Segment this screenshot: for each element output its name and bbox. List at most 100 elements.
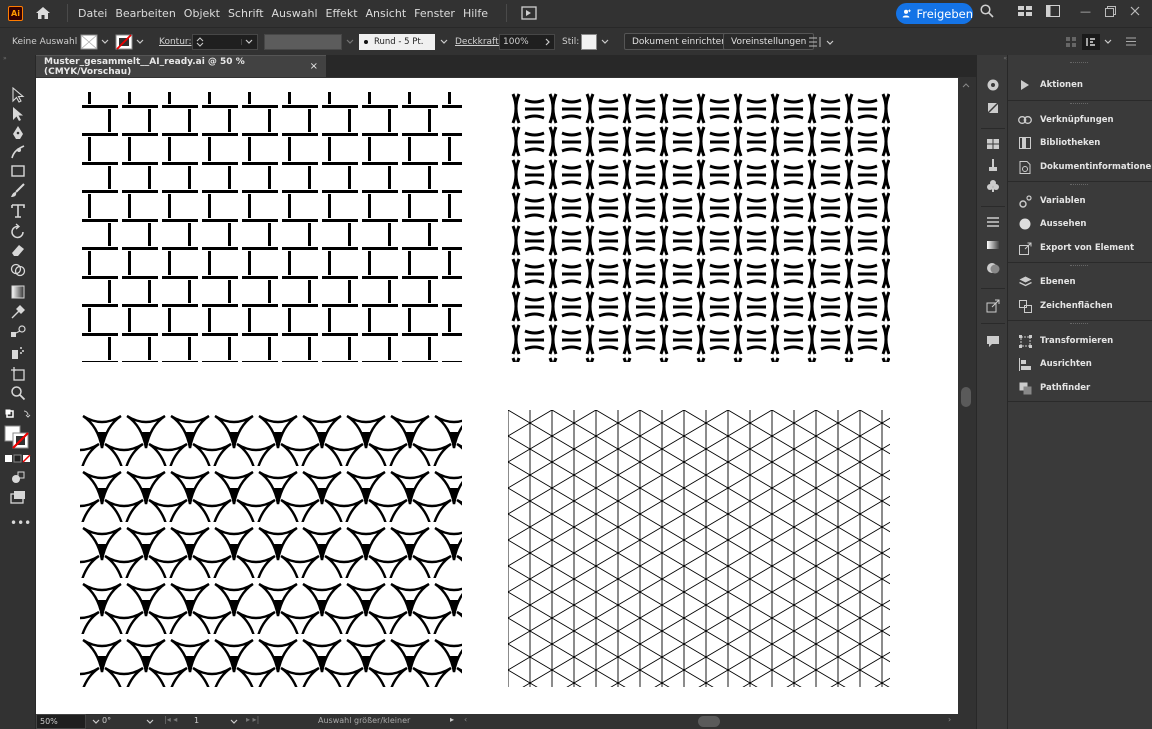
close-tab-icon[interactable]: × [310, 61, 318, 72]
more-tools-icon[interactable]: ••• [10, 516, 31, 530]
horizontal-scroll-thumb[interactable] [698, 716, 720, 727]
brush-definition[interactable]: Rund - 5 Pt. [359, 33, 435, 50]
variable-width-profile[interactable] [264, 28, 354, 55]
eraser-tool-icon[interactable] [10, 242, 26, 258]
brush-tool-icon[interactable] [10, 182, 26, 198]
share-button[interactable]: Freigeben [896, 3, 973, 24]
panel-aktionen[interactable]: Aktionen [1018, 78, 1083, 92]
rotate-tool-icon[interactable] [10, 223, 26, 239]
fill-swatch[interactable] [80, 28, 110, 55]
stroke-panel-icon[interactable] [986, 215, 1000, 229]
arrange-documents-icon[interactable] [505, 4, 537, 22]
menu-objekt[interactable]: Objekt [184, 7, 220, 20]
pen-tool-icon[interactable] [10, 125, 26, 141]
artboard-tool-icon[interactable] [10, 366, 26, 382]
panel-transformieren[interactable]: Transformieren [1018, 334, 1113, 348]
swatches-icon[interactable] [986, 137, 1000, 151]
scroll-left-icon[interactable]: ‹ [464, 715, 467, 724]
fill-stroke-swatch[interactable] [4, 425, 32, 451]
artboard-canvas[interactable] [36, 78, 958, 714]
panel-verknuepfungen[interactable]: Verknüpfungen [1018, 113, 1114, 127]
panel-aussehen[interactable]: Aussehen [1018, 217, 1086, 231]
libraries-icon[interactable] [986, 78, 1000, 92]
pattern-tri-star[interactable] [80, 410, 462, 687]
comments-icon[interactable] [986, 334, 1000, 348]
vertical-scroll-thumb[interactable] [961, 387, 971, 407]
chevron-right-icon[interactable] [545, 38, 551, 46]
menu-ansicht[interactable]: Ansicht [366, 7, 407, 20]
zoom-input[interactable]: 50% [36, 714, 86, 729]
pattern-weave[interactable] [508, 92, 890, 362]
grid-view-icon[interactable] [1066, 36, 1076, 47]
menu-bearbeiten[interactable]: Bearbeiten [115, 7, 175, 20]
workspace-icon[interactable] [1018, 5, 1032, 17]
curvature-tool-icon[interactable] [10, 144, 26, 160]
properties-toggle[interactable] [1082, 28, 1112, 55]
menu-auswahl[interactable]: Auswahl [272, 7, 318, 20]
menu-fenster[interactable]: Fenster [414, 7, 455, 20]
close-window-icon[interactable] [1130, 6, 1140, 16]
chevron-down-icon[interactable] [230, 719, 238, 725]
panel-menu-icon[interactable] [1126, 37, 1136, 46]
gradient-panel-icon[interactable] [986, 238, 1000, 252]
chevron-down-icon[interactable] [440, 39, 448, 45]
graphic-style-swatch[interactable] [581, 28, 609, 55]
brushes-icon[interactable] [986, 158, 1000, 172]
stroke-swatch[interactable] [115, 28, 145, 55]
screen-mode-icon[interactable] [10, 489, 26, 505]
rectangle-tool-icon[interactable] [10, 163, 26, 179]
panel-zeichenflaechen[interactable]: Zeichenflächen [1018, 299, 1113, 313]
panel-variablen[interactable]: Variablen [1018, 194, 1086, 208]
status-menu-icon[interactable]: ▸ [450, 715, 454, 724]
panel-dokumentinformationen[interactable]: Dokumentinformationen [1018, 160, 1152, 174]
menu-schrift[interactable]: Schrift [228, 7, 264, 20]
transparency-icon[interactable] [986, 261, 1000, 275]
eyedropper-tool-icon[interactable] [10, 304, 26, 320]
menu-items: Datei Bearbeiten Objekt Schrift Auswahl … [67, 4, 496, 22]
home-icon[interactable] [35, 5, 51, 21]
symbol-sprayer-tool-icon[interactable] [10, 345, 26, 361]
symbols-icon[interactable] [986, 179, 1000, 193]
pattern-triangle-lattice[interactable] [508, 410, 890, 687]
asset-export-icon[interactable] [986, 299, 1000, 313]
next-artboard-icon[interactable]: ▸ ▸| [246, 715, 259, 724]
type-tool-icon[interactable] [10, 203, 26, 219]
opacity-input[interactable]: 100% [499, 33, 555, 50]
draw-mode-icon[interactable] [10, 470, 26, 486]
artboard-number[interactable]: 1 [194, 716, 199, 725]
pattern-grid-bars[interactable] [80, 92, 462, 362]
color-mode-icons[interactable] [5, 454, 31, 464]
scroll-up-icon[interactable] [958, 80, 974, 90]
panel-export-von-element[interactable]: Export von Element [1018, 241, 1134, 255]
menu-hilfe[interactable]: Hilfe [463, 7, 488, 20]
menu-datei[interactable]: Datei [78, 7, 107, 20]
document-panel-icon[interactable] [986, 101, 1000, 115]
chevron-down-icon[interactable] [146, 719, 154, 725]
panel-ausrichten[interactable]: Ausrichten [1018, 357, 1092, 371]
rotation-value[interactable]: 0° [102, 716, 111, 725]
search-icon[interactable] [980, 4, 994, 18]
stepper-icon[interactable] [195, 36, 205, 48]
zoom-tool-icon[interactable] [10, 385, 26, 401]
document-tab[interactable]: Muster_gesammelt__AI_ready.ai @ 50 % (CM… [36, 55, 326, 77]
shape-builder-tool-icon[interactable] [10, 262, 26, 278]
minimize-icon[interactable]: — [1080, 5, 1091, 18]
selection-tool-icon[interactable] [10, 87, 26, 103]
direct-selection-tool-icon[interactable] [10, 106, 26, 122]
preferences-button[interactable]: Voreinstellungen [723, 33, 815, 50]
scroll-right-icon[interactable]: › [948, 715, 951, 724]
blend-tool-icon[interactable] [10, 324, 26, 340]
chevron-down-icon[interactable] [92, 719, 100, 725]
panel-layout-icon[interactable] [1046, 5, 1060, 17]
panel-bibliotheken[interactable]: Bibliotheken [1018, 136, 1100, 150]
default-colors-icon[interactable] [4, 408, 32, 422]
panel-pathfinder[interactable]: Pathfinder [1018, 381, 1090, 395]
first-artboard-icon[interactable]: |◂ ◂ [164, 715, 177, 724]
align-options-icon[interactable] [807, 28, 835, 55]
document-setup-button[interactable]: Dokument einrichten [624, 33, 735, 50]
restore-icon[interactable] [1105, 5, 1116, 17]
gradient-tool-icon[interactable] [10, 284, 26, 300]
panel-ebenen[interactable]: Ebenen [1018, 275, 1076, 289]
stroke-weight-input[interactable] [192, 33, 258, 50]
menu-effekt[interactable]: Effekt [326, 7, 358, 20]
